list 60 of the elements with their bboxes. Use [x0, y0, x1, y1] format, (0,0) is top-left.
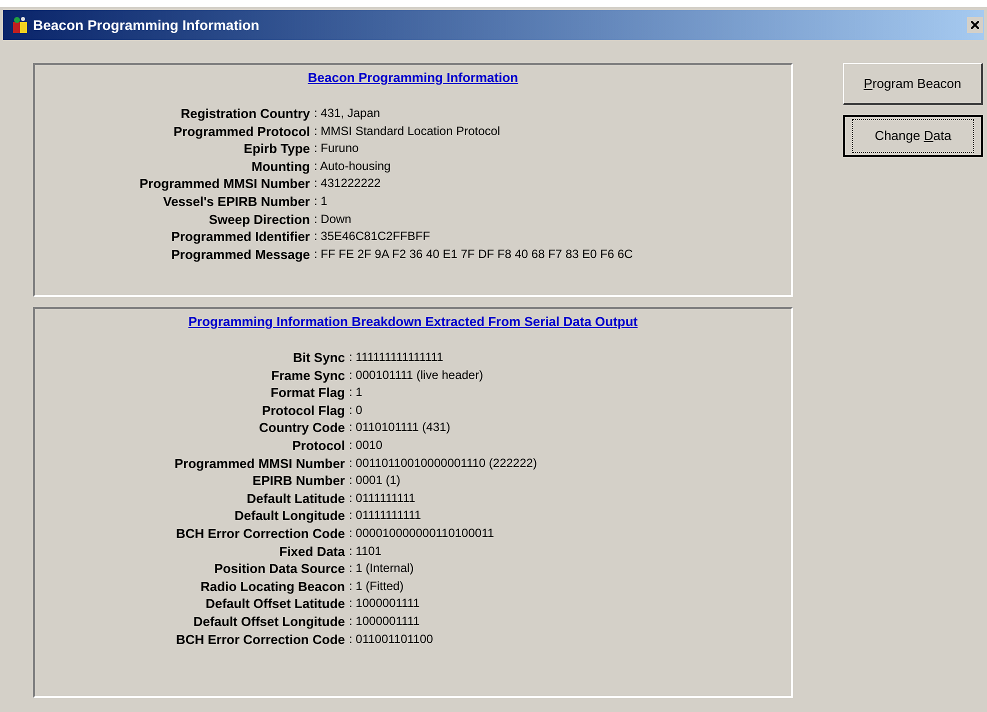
panel-heading[interactable]: Beacon Programming Information — [308, 69, 518, 87]
field-label: Default Longitude — [234, 507, 345, 525]
field-label: BCH Error Correction Code — [174, 524, 345, 543]
field-label: Sweep Direction — [208, 210, 310, 228]
field-label: Fixed Data — [278, 542, 345, 560]
field-label: Default Offset Longitude — [192, 612, 345, 630]
close-icon — [971, 21, 979, 29]
field-value: : 0010 — [348, 436, 384, 454]
field-value: : Down — [313, 210, 352, 228]
field-label: Programmed Protocol — [172, 122, 310, 140]
field-value: : 00110110010000001110 (222222) — [348, 454, 538, 472]
field-value: : 0 — [348, 402, 364, 419]
field-value: : 1 (Fitted) — [348, 578, 405, 595]
field-label: Default Offset Latitude — [204, 595, 345, 613]
field-label: Registration Country — [180, 105, 310, 123]
field-label: Radio Locating Beacon — [200, 578, 345, 596]
field-value: : 000101111 (live header) — [348, 366, 484, 384]
field-value: : 1101 — [348, 542, 382, 560]
field-value: : 35E46C81C2FFBFF — [313, 228, 432, 246]
app-icon — [11, 16, 29, 34]
field-label: Programmed MMSI Number — [138, 175, 310, 193]
field-label: Epirb Type — [242, 140, 310, 158]
field-value: : 0111111111 — [348, 490, 416, 507]
field-label: Country Code — [258, 419, 345, 437]
field-value: : 431222222 — [313, 175, 382, 192]
field-label: Programmed Message — [170, 246, 310, 264]
field-label: Programmed MMSI Number — [174, 454, 345, 472]
field-value: : 111111111111111 — [348, 349, 444, 366]
field-value: : Auto-housing — [313, 158, 392, 175]
field-value: : 01111111111 — [348, 507, 422, 524]
field-value: : 1000001111 — [348, 595, 421, 612]
field-label: Default Latitude — [246, 490, 345, 508]
field-label: Protocol Flag — [260, 402, 345, 420]
field-label: Vessel's EPIRB Number — [162, 192, 310, 211]
field-label: Programmed Identifier — [170, 228, 310, 246]
field-value: : FF FE 2F 9A F2 36 40 E1 7F DF F8 40 68 F7 83 E0 F6 6C — [313, 246, 634, 263]
field-value: : 1000001111 — [348, 612, 421, 630]
field-label: Protocol — [291, 436, 345, 455]
field-value: : 431, Japan — [313, 105, 382, 122]
field-label: Format Flag — [270, 384, 345, 402]
field-value: : 1 (Internal) — [348, 560, 415, 578]
field-value: : 0001 (1) — [348, 472, 402, 490]
window-title: Beacon Programming Information — [33, 16, 260, 35]
dialog-button[interactable]: Program Beacon — [843, 63, 983, 105]
field-value: : Furuno — [313, 140, 360, 158]
field-value: : 1 — [348, 384, 364, 402]
field-value: : MMSI Standard Location Protocol — [313, 122, 502, 140]
field-value: : 000010000000110100011 — [348, 524, 496, 542]
field-label: Position Data Source — [213, 560, 345, 578]
field-label: Mounting — [250, 158, 310, 176]
field-label: BCH Error Correction Code — [174, 630, 345, 648]
close-button[interactable] — [967, 17, 983, 33]
field-label: Bit Sync — [292, 349, 345, 367]
field-value: : 0110101111 (431) — [348, 419, 452, 436]
field-label: Frame Sync — [270, 366, 345, 384]
panel-heading[interactable]: Programming Information Breakdown Extracted From Serial Data Output — [188, 313, 638, 331]
field-label: EPIRB Number — [252, 472, 345, 490]
field-value: : 011001101100 — [348, 630, 434, 648]
field-value: : 1 — [313, 192, 328, 210]
dialog-button[interactable]: Change Data — [843, 115, 983, 157]
